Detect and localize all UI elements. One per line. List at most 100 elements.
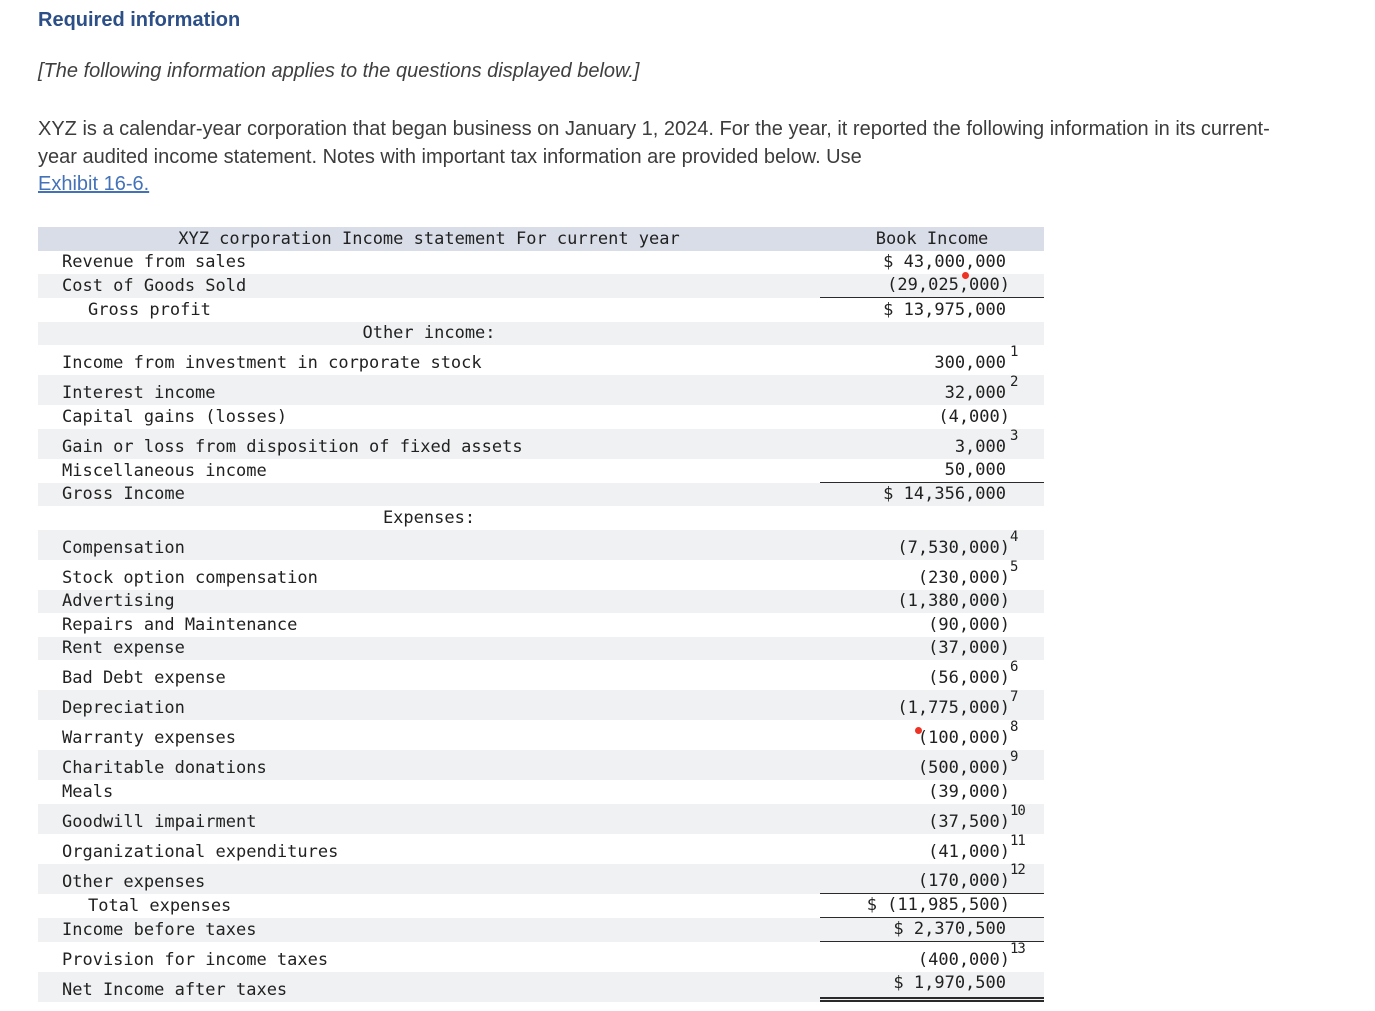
row-value: (29,025,000)	[887, 272, 1010, 297]
row-label: Cost of Goods Sold	[62, 276, 247, 296]
intro-text: XYZ is a calendar-year corporation that …	[38, 118, 1270, 168]
row-value: $ 1,970,500	[893, 972, 1006, 993]
row-value: $ 2,370,500	[893, 918, 1006, 939]
table-row: Revenue from sales $ 43,000,000	[38, 251, 1044, 275]
row-label: Income from investment in corporate stoc…	[62, 353, 482, 373]
table-row: Gain or loss from disposition of fixed a…	[38, 427, 1044, 459]
section-header-row: Expenses:	[38, 506, 1044, 530]
table-row: Income before taxes $ 2,370,500	[38, 917, 1044, 942]
row-value-cell: (7,530,000) 4	[820, 530, 1044, 560]
row-value: (230,000) 5	[917, 558, 1019, 588]
table-row: Cost of Goods Sold (29,025,000)	[38, 272, 1044, 298]
table-title: XYZ corporation Income statement For cur…	[178, 228, 680, 249]
row-value: 32,000 2	[944, 374, 1019, 403]
table-row: Gross profit $ 13,975,000	[38, 298, 1044, 322]
row-label: Organizational expenditures	[62, 841, 339, 862]
footnote-superscript: 10	[1010, 802, 1026, 819]
table-row: Provision for income taxes (400,000) 13	[38, 942, 1044, 972]
row-value-cell: (1,775,000) 7	[820, 690, 1044, 720]
row-value: 300,000 1	[934, 344, 1018, 373]
income-statement-table: XYZ corporation Income statement For cur…	[38, 226, 1044, 1002]
row-value-cell	[820, 506, 1044, 530]
red-dot-marker	[962, 272, 969, 279]
row-label: Advertising	[62, 591, 175, 611]
row-value-cell: 300,000 1	[820, 345, 1044, 375]
table-row: Other expenses (170,000) 12	[38, 863, 1044, 894]
row-value: (100,000) 8	[914, 720, 1019, 750]
book-income-column-header: Book Income	[875, 228, 989, 249]
row-label: Net Income after taxes	[62, 979, 288, 1000]
red-dot-marker	[914, 727, 922, 734]
row-value: (37,500) 10	[928, 802, 1026, 832]
row-value-cell: $ 13,975,000	[820, 298, 1044, 322]
row-value: $ 14,356,000	[883, 484, 1006, 504]
row-value-cell: (400,000) 13	[820, 942, 1044, 972]
row-value: (400,000) 13	[917, 940, 1026, 970]
table-row: Charitable donations (500,000) 9	[38, 750, 1044, 780]
row-value-cell: (90,000)	[820, 613, 1044, 637]
row-value-cell: (4,000)	[820, 405, 1044, 429]
section-header-row: Other income:	[38, 321, 1044, 346]
row-label: Gain or loss from disposition of fixed a…	[62, 436, 523, 457]
table-row: Meals (39,000)	[38, 780, 1044, 804]
row-label: Bad Debt expense	[62, 668, 226, 688]
row-value-cell	[820, 322, 1044, 346]
row-label: Goodwill impairment	[62, 811, 257, 832]
row-value: 50,000	[944, 459, 1006, 480]
row-label: Meals	[62, 781, 114, 802]
footnote-superscript: 5	[1010, 558, 1019, 575]
row-label: Gross profit	[88, 299, 211, 320]
row-label: Repairs and Maintenance	[62, 614, 298, 635]
table-row: Organizational expenditures (41,000) 11	[38, 834, 1044, 864]
table-row: Advertising (1,380,000)	[38, 589, 1044, 613]
row-value-cell: (500,000) 9	[820, 750, 1044, 780]
table-row: Stock option compensation (230,000) 5	[38, 560, 1044, 590]
footnote-superscript: 9	[1010, 749, 1019, 765]
row-value-cell: $ 1,970,500	[820, 972, 1044, 1002]
exhibit-link[interactable]: Exhibit 16-6.	[38, 171, 149, 199]
row-value: (500,000) 9	[917, 749, 1019, 778]
row-label: Provision for income taxes	[62, 949, 329, 970]
footnote-superscript: 13	[1010, 940, 1026, 957]
footnote-superscript: 4	[1010, 528, 1019, 545]
footnote-superscript: 8	[1010, 719, 1019, 735]
table-row: Goodwill impairment (37,500) 10	[38, 802, 1044, 834]
page-content: Required information [The following info…	[0, 0, 1375, 1002]
required-information-heading: Required information	[38, 9, 241, 31]
row-value-cell: 50,000	[820, 459, 1044, 483]
table-row: Net Income after taxes $ 1,970,500	[38, 971, 1044, 1002]
table-row: Compensation (7,530,000) 4	[38, 529, 1044, 560]
row-label: Interest income	[62, 383, 216, 403]
row-value-cell: $ 43,000,000	[820, 251, 1044, 275]
row-label: Depreciation	[62, 698, 185, 718]
footnote-superscript: 1	[1010, 344, 1019, 360]
table-row: Miscellaneous income 50,000	[38, 459, 1044, 483]
row-value: (56,000) 6	[928, 659, 1018, 688]
row-value: (1,380,000)	[897, 591, 1010, 611]
row-label: Miscellaneous income	[62, 460, 267, 481]
row-label: Warranty expenses	[62, 728, 236, 748]
table-row: Income from investment in corporate stoc…	[38, 345, 1044, 375]
table-body: Revenue from sales $ 43,000,000 Cost of Go…	[38, 251, 1044, 1002]
row-value-cell: (100,000) 8	[820, 720, 1044, 750]
table-row: Interest income 32,000 2	[38, 375, 1044, 405]
row-value-cell: $ 2,370,500	[820, 918, 1044, 942]
footnote-superscript: 3	[1010, 427, 1019, 444]
row-value-cell: $ 14,356,000	[820, 483, 1044, 507]
row-label: Revenue from sales	[62, 252, 247, 272]
row-label: Charitable donations	[62, 758, 267, 778]
applies-note: [The following information applies to th…	[38, 60, 640, 82]
table-row: Capital gains (losses) (4,000)	[38, 405, 1044, 429]
row-value: (7,530,000) 4	[897, 528, 1018, 558]
row-value-cell: (41,000) 11	[820, 834, 1044, 864]
row-value: (41,000) 11	[928, 832, 1026, 862]
footnote-superscript: 6	[1010, 659, 1019, 675]
row-value-cell: (170,000) 12	[820, 863, 1044, 894]
row-value-cell: (39,000)	[820, 780, 1044, 804]
row-label: Compensation	[62, 537, 185, 558]
row-value: $ 43,000,000	[883, 252, 1006, 272]
table-header-row: XYZ corporation Income statement For cur…	[38, 226, 1044, 251]
row-value: 3,000 3	[954, 427, 1019, 457]
row-value-cell: $ (11,985,500)	[820, 894, 1044, 918]
row-value-cell: 32,000 2	[820, 375, 1044, 405]
